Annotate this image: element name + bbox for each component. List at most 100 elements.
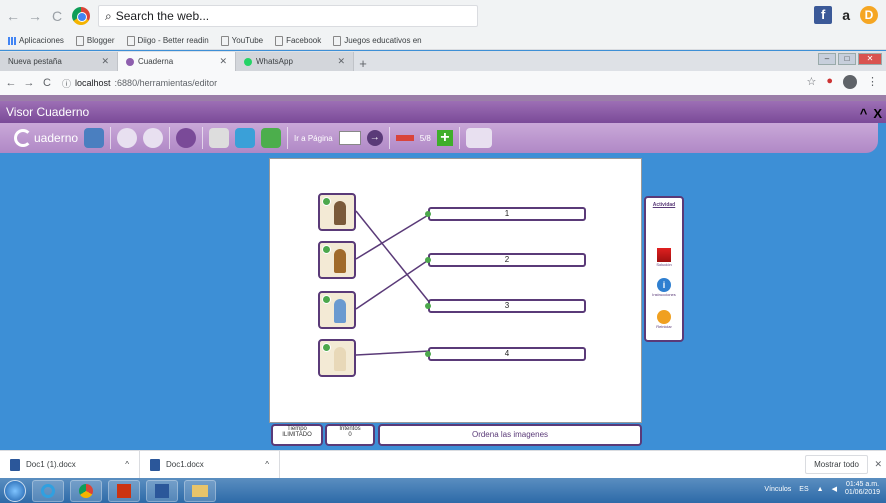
- page-count: 5/8: [419, 133, 431, 143]
- profile-icon[interactable]: [843, 75, 857, 89]
- answer-box-4[interactable]: 4: [425, 347, 586, 361]
- close-tab-icon[interactable]: ✕: [219, 56, 227, 67]
- chrome-logo-icon[interactable]: [72, 7, 90, 25]
- close-visor-icon[interactable]: X: [873, 103, 882, 125]
- search-placeholder: Search the web...: [115, 9, 210, 23]
- clock[interactable]: 01:45 a.m. 01/06/2019: [845, 481, 880, 497]
- taskbar-pdf[interactable]: [108, 479, 140, 502]
- connector-dot[interactable]: [322, 295, 331, 304]
- answer-box-1[interactable]: 1: [425, 207, 586, 221]
- close-downloads-icon[interactable]: ✕: [874, 459, 882, 470]
- answer-box-3[interactable]: 3: [425, 299, 586, 313]
- image-card-3[interactable]: [318, 291, 356, 329]
- toolbar-separator: [169, 127, 171, 149]
- network-icon[interactable]: ▲: [817, 486, 824, 493]
- connector-dot[interactable]: [425, 303, 431, 309]
- solution-button[interactable]: Solución: [646, 248, 682, 267]
- connector-dot[interactable]: [322, 343, 331, 352]
- close-tab-icon[interactable]: ✕: [337, 56, 345, 67]
- minimize-icon[interactable]: –: [818, 53, 836, 65]
- share-icon[interactable]: [465, 128, 492, 148]
- answer-box-2[interactable]: 2: [425, 253, 586, 267]
- tray-label[interactable]: Vínculos: [764, 486, 791, 493]
- taskbar-chrome[interactable]: [70, 479, 102, 502]
- forward-icon[interactable]: →: [26, 7, 44, 25]
- print-icon[interactable]: [209, 128, 230, 148]
- chevron-up-icon[interactable]: ^: [265, 460, 269, 469]
- reload-icon[interactable]: C: [40, 77, 54, 89]
- image-card-2[interactable]: [318, 241, 356, 279]
- connector-dot[interactable]: [425, 257, 431, 263]
- bookmark-blogger[interactable]: Blogger: [75, 35, 115, 46]
- clock-date: 01/06/2019: [844, 489, 880, 496]
- extension-icon[interactable]: D: [860, 6, 878, 24]
- answer-label: 2: [504, 255, 510, 264]
- address-bar-icons: ☆ ● ⋮: [806, 75, 878, 89]
- start-button[interactable]: [4, 479, 26, 502]
- activity-side-panel: Actividad Solución i Instrucciones Reini…: [644, 196, 684, 342]
- back-icon[interactable]: ←: [4, 77, 18, 89]
- taskbar-ie[interactable]: [32, 479, 64, 502]
- bookmark-diigo[interactable]: Diigo - Better readin: [126, 35, 209, 46]
- bookmark-youtube[interactable]: YouTube: [220, 35, 263, 46]
- back-icon[interactable]: ←: [4, 7, 22, 25]
- search-input[interactable]: ⌕ Search the web...: [98, 5, 478, 27]
- tab-nueva[interactable]: Nueva pestaña ✕: [0, 52, 118, 71]
- bookmark-facebook[interactable]: Facebook: [275, 35, 321, 46]
- menu-icon[interactable]: ⋮: [867, 75, 878, 89]
- answer-label: 4: [504, 349, 510, 358]
- tab-cuaderna[interactable]: Cuaderna ✕: [118, 52, 236, 71]
- star-icon[interactable]: ☆: [806, 75, 816, 89]
- download-filename: Doc1 (1).docx: [26, 460, 76, 469]
- instructions-button[interactable]: i Instrucciones: [646, 278, 682, 297]
- go-page-button[interactable]: →: [366, 130, 383, 146]
- bookmark-apps[interactable]: Aplicaciones: [8, 36, 64, 45]
- help-icon[interactable]: [176, 128, 197, 148]
- tab-label: Cuaderna: [138, 57, 174, 66]
- connector-dot[interactable]: [322, 245, 331, 254]
- chevron-up-icon[interactable]: ^: [125, 460, 129, 469]
- taskbar-word[interactable]: [146, 479, 178, 502]
- connector-dot[interactable]: [425, 351, 431, 357]
- restart-button[interactable]: Reiniciar: [646, 310, 682, 329]
- tab-whatsapp[interactable]: WhatsApp ✕: [236, 52, 354, 71]
- zoom-in-icon[interactable]: [117, 128, 138, 148]
- volume-icon[interactable]: ◀: [832, 485, 837, 493]
- time-value: ILIMITADO: [282, 432, 312, 438]
- connector-dot[interactable]: [425, 211, 431, 217]
- visor-title-bar: Visor Cuaderno ^ X: [0, 101, 886, 123]
- monitor-icon[interactable]: [84, 128, 105, 148]
- match-line: [355, 213, 431, 260]
- reload-icon[interactable]: C: [48, 7, 66, 25]
- maximize-icon[interactable]: □: [838, 53, 856, 65]
- download-item[interactable]: Doc1 (1).docx ^: [0, 450, 140, 479]
- next-page-button[interactable]: +: [436, 130, 453, 146]
- forward-icon[interactable]: →: [22, 77, 36, 89]
- downloads-bar: Doc1 (1).docx ^ Doc1.docx ^ Mostrar todo…: [0, 450, 886, 479]
- show-all-button[interactable]: Mostrar todo: [805, 455, 868, 474]
- close-tab-icon[interactable]: ✕: [101, 56, 109, 67]
- info-icon[interactable]: ⓘ: [62, 77, 71, 90]
- zoom-out-icon[interactable]: [143, 128, 164, 148]
- apps-icon: [8, 36, 16, 45]
- new-tab-icon[interactable]: +: [354, 56, 372, 71]
- url-field[interactable]: ⓘ localhost:6880/herramientas/editor: [62, 77, 217, 90]
- extension-icon[interactable]: ●: [826, 75, 833, 89]
- page-number-input[interactable]: [338, 131, 361, 145]
- previous-page-button[interactable]: [395, 135, 414, 141]
- image-card-4[interactable]: [318, 339, 356, 377]
- url-path: :6880/herramientas/editor: [114, 78, 218, 88]
- check-icon[interactable]: [261, 128, 282, 148]
- download-item[interactable]: Doc1.docx ^: [140, 450, 280, 479]
- edit-icon[interactable]: [235, 128, 256, 148]
- bookmark-juegos[interactable]: Juegos educativos en: [333, 35, 422, 46]
- profile-letter[interactable]: a: [842, 7, 850, 23]
- image-card-1[interactable]: [318, 193, 356, 231]
- collapse-icon[interactable]: ^: [860, 103, 868, 125]
- language-indicator[interactable]: ES: [799, 486, 808, 493]
- facebook-icon[interactable]: f: [814, 6, 833, 24]
- match-line: [355, 210, 431, 304]
- connector-dot[interactable]: [322, 197, 331, 206]
- taskbar-folder[interactable]: [184, 479, 216, 502]
- close-window-icon[interactable]: ✕: [858, 53, 882, 65]
